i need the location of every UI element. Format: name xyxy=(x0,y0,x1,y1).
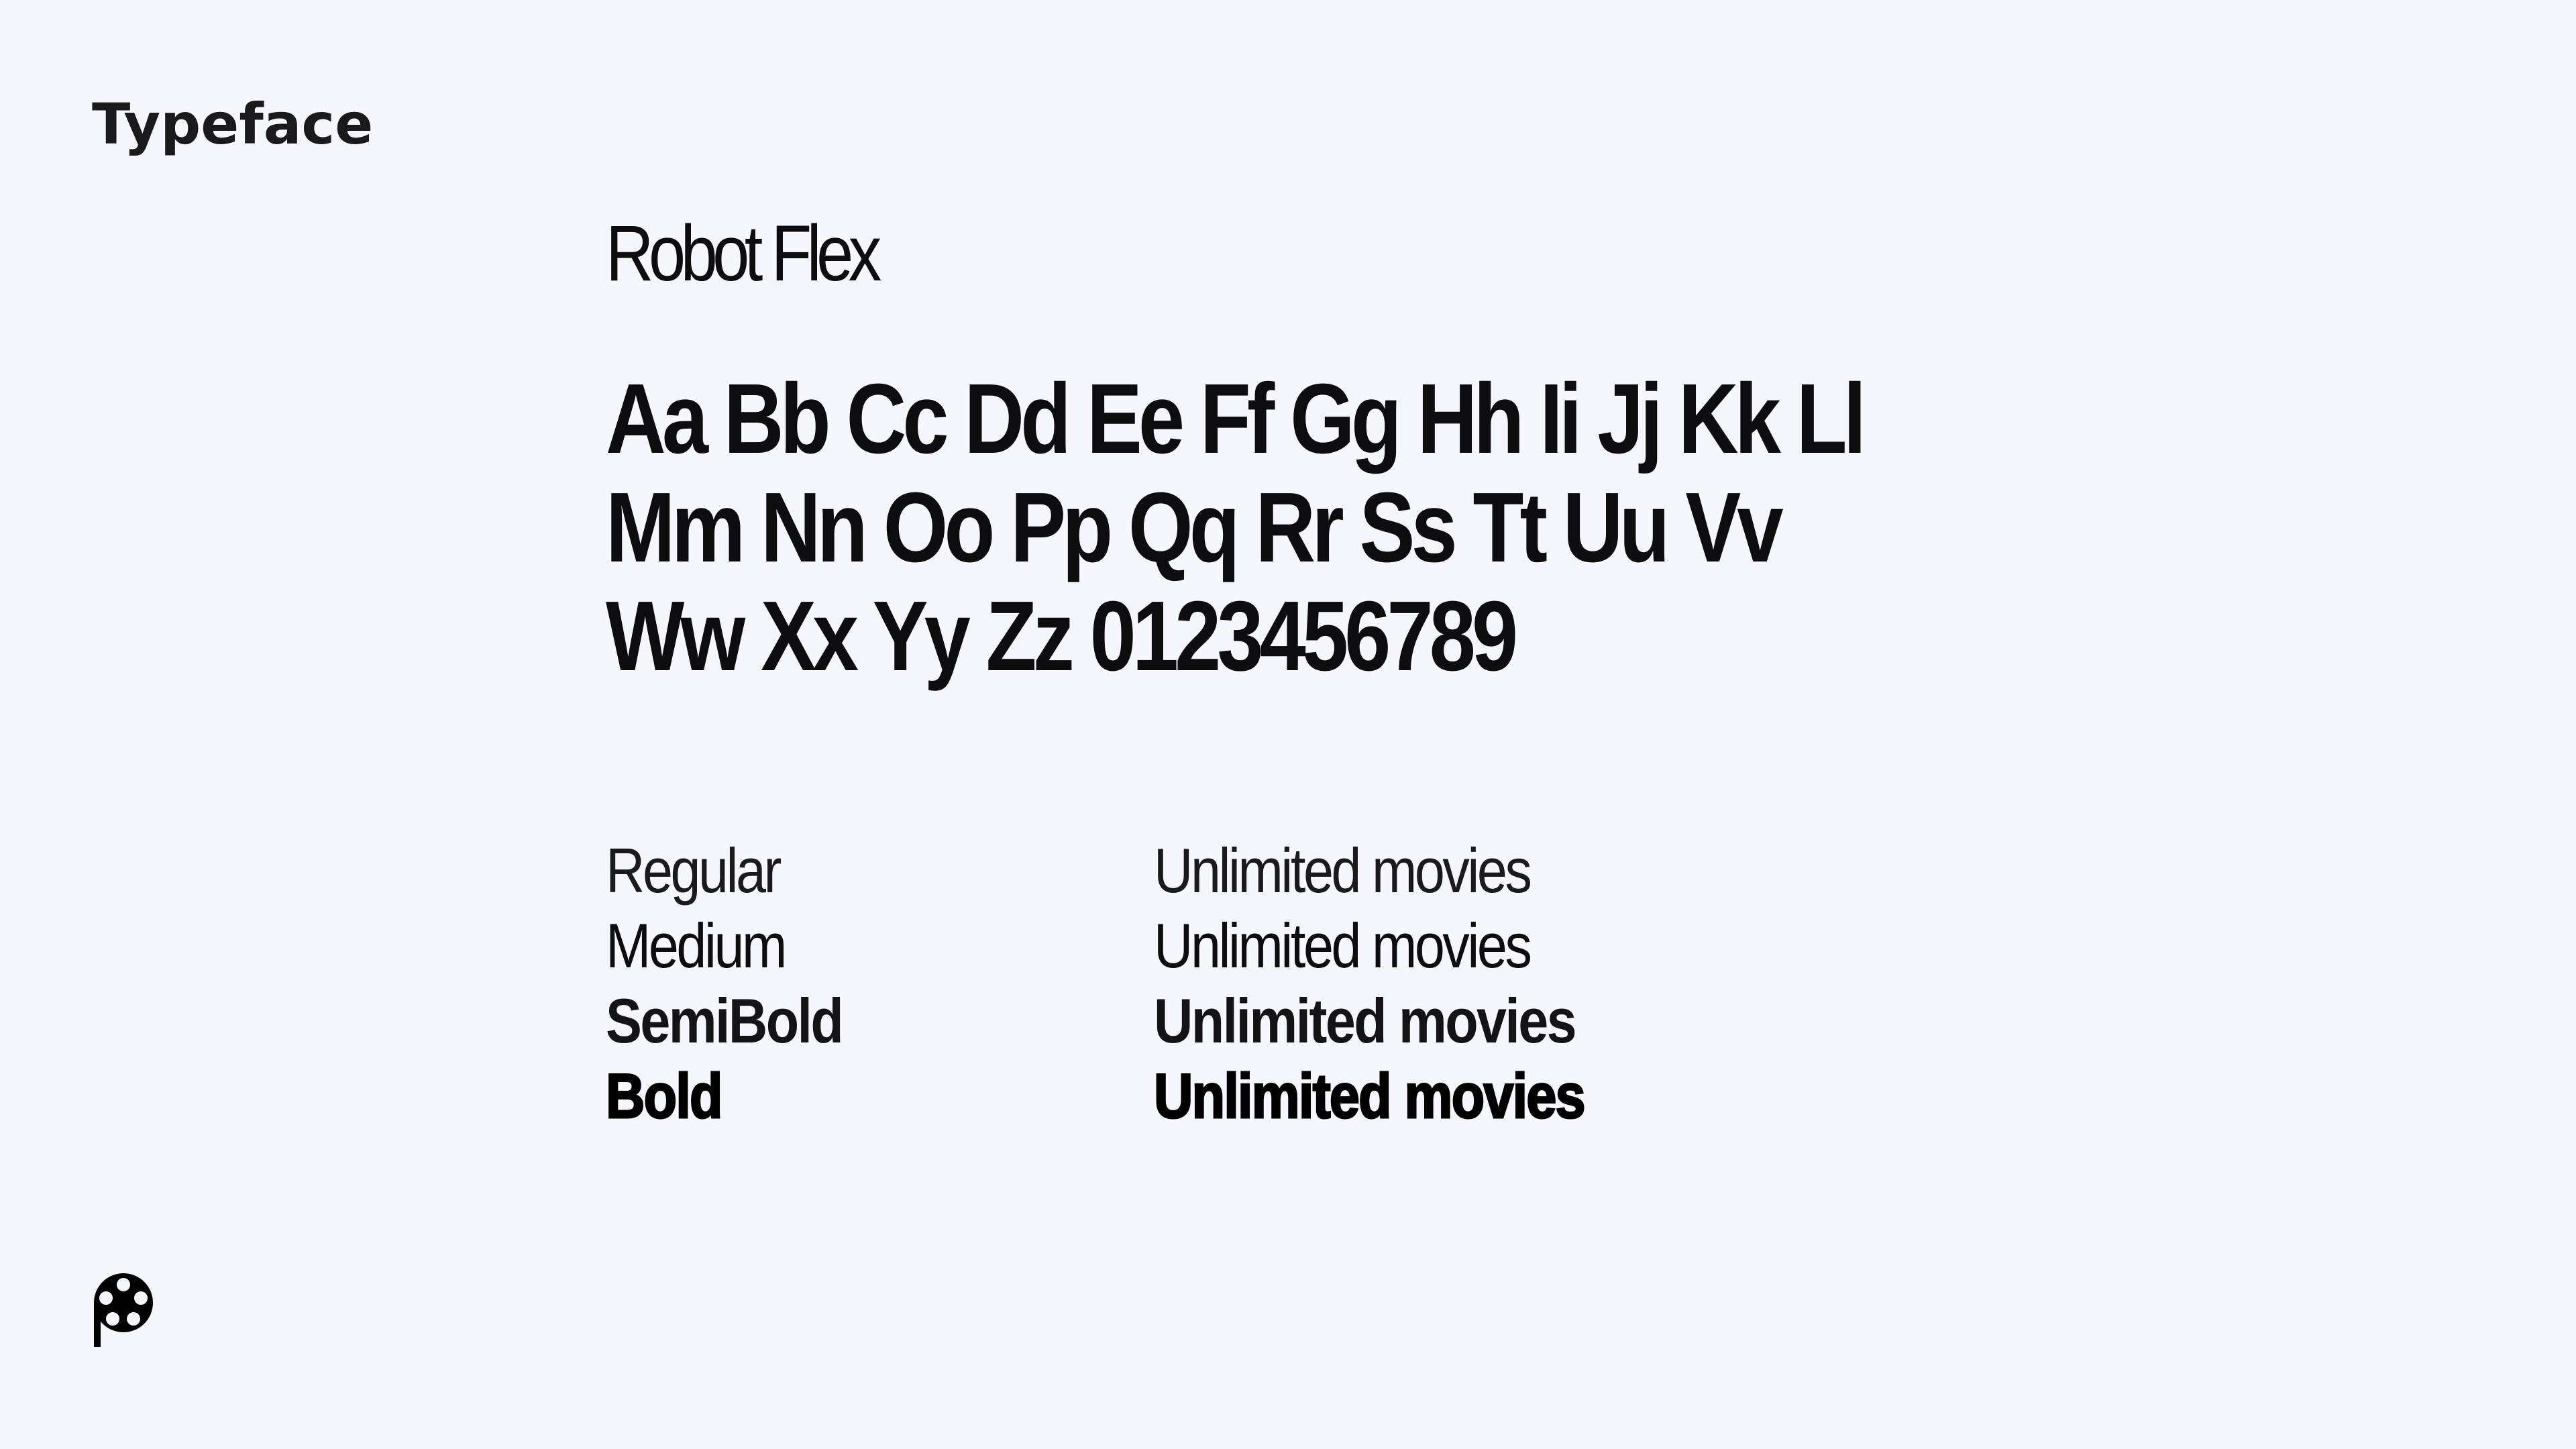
weight-name-bold: Bold xyxy=(605,1060,724,1132)
weight-sample-semibold: Unlimited movies xyxy=(1154,985,1577,1056)
page-title: Typeface xyxy=(92,91,374,157)
weight-sample-bold: Unlimited movies xyxy=(1153,1060,1587,1132)
weight-name-medium: Medium xyxy=(606,910,787,981)
weight-sample-medium: Unlimited movies xyxy=(1154,910,1532,981)
weight-name-regular: Regular xyxy=(606,835,782,906)
specimen-line: Mm Nn Oo Pp Qq Rr Ss Tt Uu Vv xyxy=(606,472,1784,583)
alphabet-specimen: Aa Bb Cc Dd Ee Ff Gg Hh Ii Jj Kk Ll Mm N… xyxy=(606,364,1866,692)
weight-name-semibold: SemiBold xyxy=(606,985,844,1056)
specimen-line: Aa Bb Cc Dd Ee Ff Gg Hh Ii Jj Kk Ll xyxy=(606,364,1866,474)
specimen-line: Ww Xx Yy Zz 0123456789 xyxy=(606,581,1518,692)
weight-sample-regular: Unlimited movies xyxy=(1154,835,1532,906)
weight-samples-list: Unlimited movies Unlimited movies Unlimi… xyxy=(1153,833,1587,1134)
weight-names-list: Regular Medium SemiBold Bold xyxy=(605,833,844,1134)
font-name: Robot Flex xyxy=(606,209,881,298)
film-reel-logo-icon xyxy=(92,1271,156,1352)
